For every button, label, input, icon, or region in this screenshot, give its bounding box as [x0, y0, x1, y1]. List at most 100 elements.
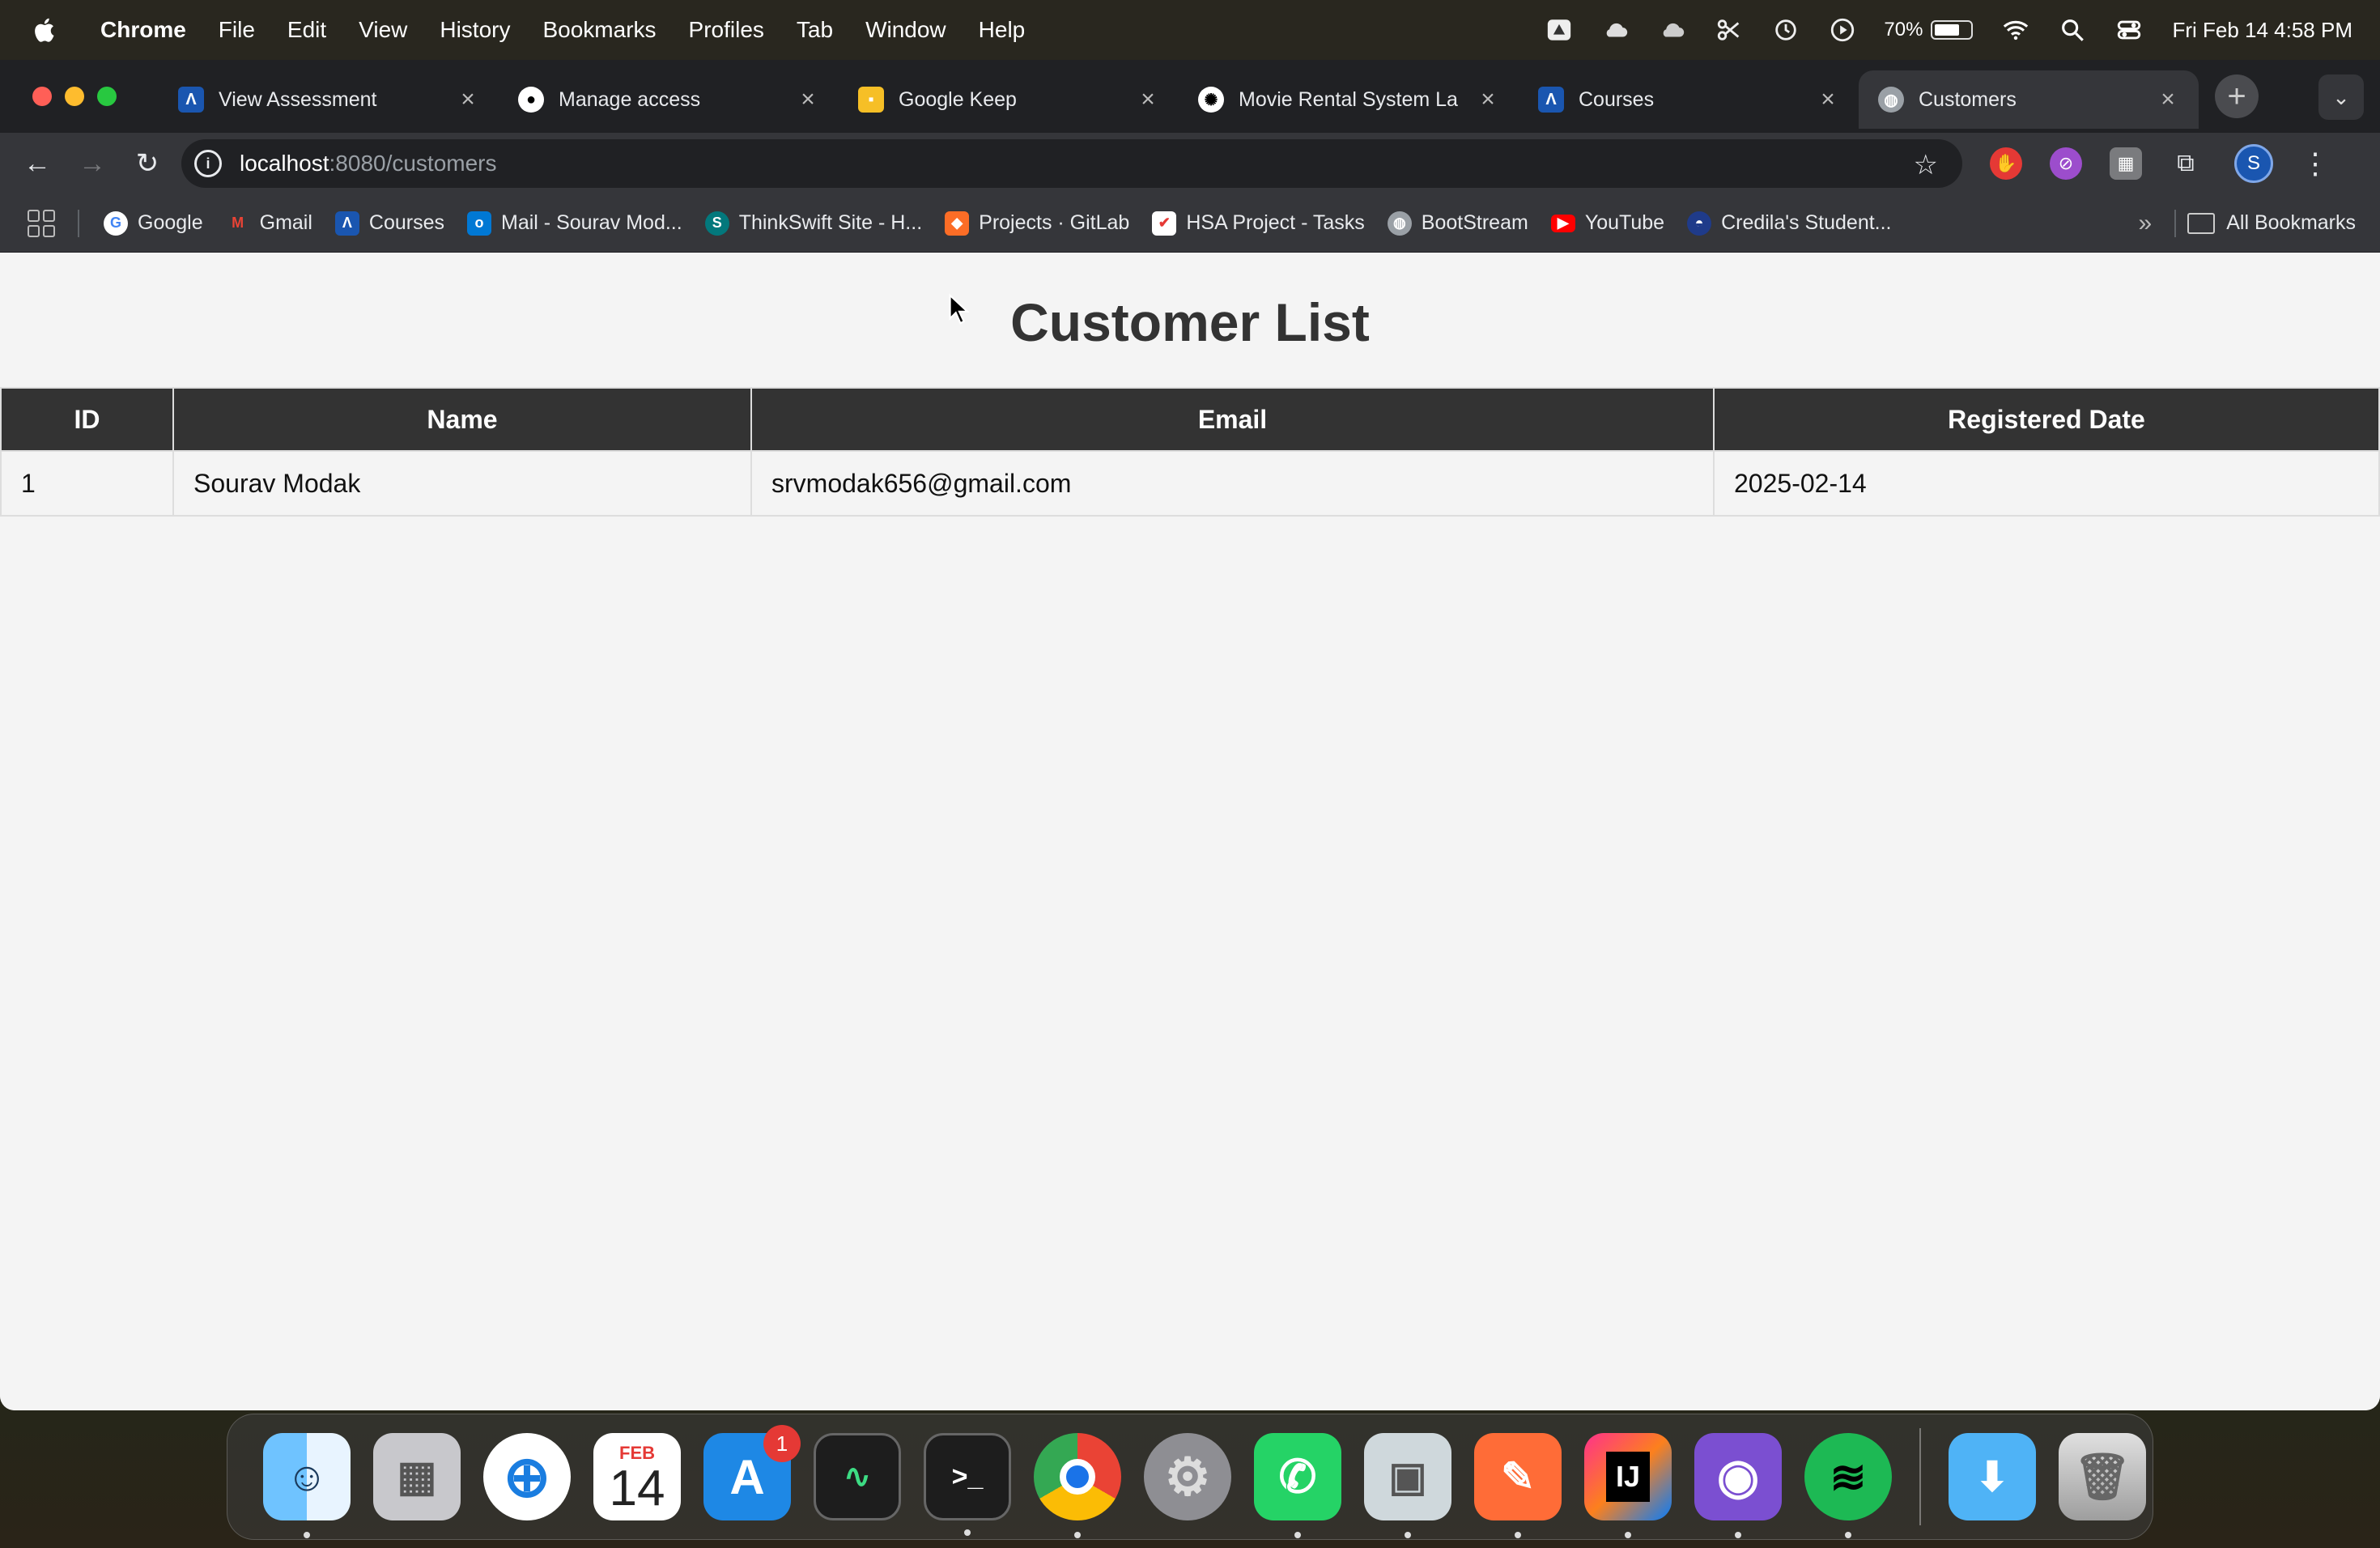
table-row: 1 Sourav Modak srvmodak656@gmail.com 202… — [0, 450, 2380, 517]
dock-whatsapp-icon[interactable]: ✆ — [1254, 1433, 1341, 1538]
menu-edit[interactable]: Edit — [287, 17, 326, 43]
intellij-label: IJ — [1605, 1452, 1651, 1502]
dock-system-settings-icon[interactable]: ⚙ — [1144, 1433, 1231, 1520]
bookmark-thinkswift[interactable]: S ThinkSwift Site - H... — [704, 211, 922, 236]
close-window-button[interactable] — [32, 87, 52, 106]
drive-icon[interactable] — [1545, 16, 1573, 44]
tab-title: Google Keep — [899, 87, 1017, 111]
menu-profiles[interactable]: Profiles — [689, 17, 764, 43]
dock-postman-icon[interactable]: ✎ — [1474, 1433, 1562, 1538]
dock-launchpad-icon[interactable]: ▦ — [373, 1433, 461, 1520]
bookmark-gitlab[interactable]: ◆ Projects · GitLab — [945, 211, 1129, 236]
bookmark-courses[interactable]: Λ Courses — [334, 211, 444, 236]
scissors-icon[interactable] — [1715, 16, 1743, 44]
address-bar[interactable]: i localhost:8080/customers ☆ — [181, 139, 1962, 188]
dock-calendar-icon[interactable]: FEB 14 — [593, 1433, 681, 1520]
extension-icon[interactable]: ⊘ — [2050, 147, 2082, 180]
calendar-day: 14 — [609, 1461, 665, 1516]
dock-downloads-folder-icon[interactable]: ⬇ — [1949, 1433, 2036, 1520]
wifi-icon[interactable] — [2002, 16, 2029, 44]
dock-safari-icon[interactable]: ⊕ — [483, 1433, 571, 1520]
all-bookmarks-button[interactable]: All Bookmarks — [2187, 211, 2356, 235]
macos-menu-bar: Chrome File Edit View History Bookmarks … — [0, 0, 2380, 60]
play-icon[interactable] — [1829, 16, 1856, 44]
battery-icon[interactable] — [1931, 20, 1974, 40]
menu-app-name[interactable]: Chrome — [100, 17, 186, 43]
menu-history[interactable]: History — [440, 17, 510, 43]
close-tab-icon[interactable]: × — [1817, 86, 1839, 113]
profile-avatar[interactable]: S — [2234, 144, 2273, 183]
bookmark-label: HSA Project - Tasks — [1186, 211, 1365, 234]
menubar-clock[interactable]: Fri Feb 14 4:58 PM — [2172, 18, 2352, 43]
tab-courses[interactable]: Λ Courses × — [1519, 70, 1859, 129]
close-tab-icon[interactable]: × — [797, 86, 819, 113]
status-tray: 70% Fri Feb 14 4:58 PM — [1516, 16, 2352, 44]
new-tab-button[interactable]: + — [2215, 74, 2259, 118]
bookmark-youtube[interactable]: ▶ YouTube — [1550, 211, 1664, 235]
more-bookmarks-icon[interactable]: » — [2139, 210, 2153, 237]
adblock-extension-icon[interactable]: ✋ — [1990, 147, 2022, 180]
dock-activity-monitor-icon[interactable]: ∿ — [814, 1433, 901, 1520]
bookmark-star-icon[interactable]: ☆ — [1914, 149, 1938, 181]
dock-chrome-icon[interactable] — [1034, 1433, 1121, 1538]
dock-github-desktop-icon[interactable]: ◉ — [1694, 1433, 1782, 1538]
dock-intellij-icon[interactable]: IJ — [1584, 1433, 1672, 1538]
menu-tab[interactable]: Tab — [797, 17, 833, 43]
menu-view[interactable]: View — [359, 17, 407, 43]
menu-window[interactable]: Window — [865, 17, 946, 43]
mouse-cursor-icon — [949, 293, 970, 325]
dock-trash-icon[interactable]: 🗑 — [2059, 1433, 2146, 1520]
tab-movie-rental[interactable]: ✺ Movie Rental System La × — [1179, 70, 1519, 129]
dock-terminal-icon[interactable]: >_ — [924, 1433, 1011, 1536]
gitlab-icon: ◆ — [945, 211, 970, 236]
onedrive-icon[interactable] — [1659, 16, 1686, 44]
bookmark-google[interactable]: G Google — [104, 211, 203, 236]
globe-favicon-icon: ◍ — [1878, 87, 1904, 113]
tab-search-button[interactable]: ⌄ — [2318, 74, 2364, 120]
courses-favicon-icon: Λ — [1538, 87, 1564, 113]
tab-view-assessment[interactable]: Λ View Assessment × — [159, 70, 499, 129]
close-tab-icon[interactable]: × — [1137, 86, 1159, 113]
menu-bookmarks[interactable]: Bookmarks — [542, 17, 656, 43]
bookmark-credila[interactable]: ◓ Credila's Student... — [1687, 211, 1892, 236]
control-center-icon[interactable] — [2115, 16, 2143, 44]
menu-file[interactable]: File — [219, 17, 255, 43]
chrome-window: Λ View Assessment × ● Manage access × ▪ … — [0, 60, 2380, 1410]
back-button[interactable]: ← — [19, 146, 55, 181]
apps-grid-icon[interactable] — [28, 209, 55, 237]
forward-button[interactable]: → — [74, 146, 110, 181]
extension-icon[interactable]: ▦ — [2110, 147, 2142, 180]
close-tab-icon[interactable]: × — [457, 86, 479, 113]
dock-finder-icon[interactable]: ☺ — [263, 1433, 351, 1538]
cell-id: 1 — [0, 450, 174, 517]
bookmark-gmail[interactable]: M Gmail — [226, 211, 312, 236]
puzzle-extensions-icon[interactable]: ⧉ — [2170, 147, 2202, 180]
reload-button[interactable]: ↻ — [130, 146, 165, 181]
tab-customers[interactable]: ◍ Customers × — [1859, 70, 2199, 129]
bookmark-outlook[interactable]: o Mail - Sourav Mod... — [467, 211, 682, 236]
tab-google-keep[interactable]: ▪ Google Keep × — [839, 70, 1179, 129]
tab-title: View Assessment — [219, 87, 377, 111]
close-tab-icon[interactable]: × — [2157, 86, 2179, 113]
apple-icon[interactable] — [31, 15, 60, 45]
tab-manage-access[interactable]: ● Manage access × — [499, 70, 839, 129]
bookmark-hsa[interactable]: ✔ HSA Project - Tasks — [1152, 211, 1365, 236]
bookmark-bootstream[interactable]: ◍ BootStream — [1387, 211, 1528, 236]
cloud-icon[interactable] — [1602, 16, 1630, 44]
minimize-window-button[interactable] — [65, 87, 84, 106]
tab-title: Manage access — [559, 87, 701, 111]
terminal-prompt: >_ — [951, 1461, 984, 1492]
time-machine-icon[interactable] — [1772, 16, 1800, 44]
macos-dock: ☺ ▦ ⊕ FEB 14 A1 ∿ >_ ⚙ ✆ ▣ ✎ IJ ◉ ≋ ⬇ 🗑 — [227, 1414, 2153, 1540]
dock-app-store-icon[interactable]: A1 — [703, 1425, 801, 1520]
dock-spotify-icon[interactable]: ≋ — [1804, 1433, 1892, 1538]
close-tab-icon[interactable]: × — [1477, 86, 1499, 113]
dock-preview-icon[interactable]: ▣ — [1364, 1433, 1451, 1538]
spotlight-search-icon[interactable] — [2059, 16, 2086, 44]
menu-help[interactable]: Help — [979, 17, 1026, 43]
tab-title: Courses — [1579, 87, 1655, 111]
more-menu-icon[interactable]: ⋮ — [2301, 147, 2330, 181]
github-favicon-icon: ● — [518, 87, 544, 113]
zoom-window-button[interactable] — [97, 87, 117, 106]
site-info-icon[interactable]: i — [194, 150, 222, 177]
